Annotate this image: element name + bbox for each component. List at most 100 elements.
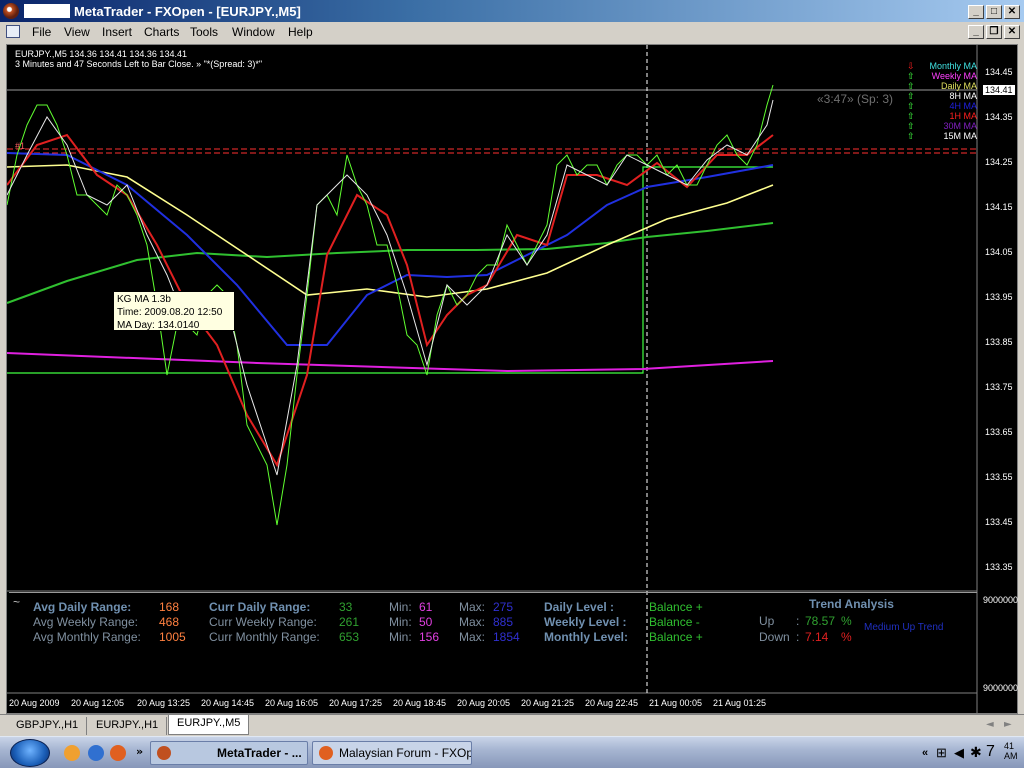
trend-down-percent: % xyxy=(841,630,852,644)
time-tick-label: 20 Aug 17:25 xyxy=(329,698,383,708)
firefox-icon[interactable] xyxy=(110,745,126,761)
curr-daily-value: 33 xyxy=(339,600,353,614)
taskbar-firefox-label: Malaysian Forum - FXOp... xyxy=(339,746,472,760)
tab-eurjpy-h1[interactable]: EURJPY.,H1 xyxy=(88,717,168,735)
time-tick-label: 21 Aug 00:05 xyxy=(649,698,703,708)
trend-arrow-icon: ⇩ xyxy=(907,61,915,71)
subwindow-max: 9000000 xyxy=(983,595,1019,605)
curr-weekly-value: 261 xyxy=(339,615,360,629)
subwindow-min: 9000000 xyxy=(983,683,1019,693)
trend-arrow-icon: ⇧ xyxy=(907,91,915,101)
time-tick-label: 20 Aug 21:25 xyxy=(521,698,575,708)
time-tick-label: 20 Aug 22:45 xyxy=(585,698,639,708)
taskbar: » MetaTrader - ... Malaysian Forum - FXO… xyxy=(0,736,1024,768)
ma-label: 8H MA xyxy=(949,91,977,101)
menu-insert[interactable]: Insert xyxy=(102,25,132,39)
menu-window[interactable]: Window xyxy=(232,25,275,39)
time-tick-label: 20 Aug 14:45 xyxy=(201,698,255,708)
menu-help[interactable]: Help xyxy=(288,25,313,39)
avg-daily-label: Avg Daily Range: xyxy=(33,600,132,614)
price-tick-label: 134.15 xyxy=(985,202,1013,212)
redacted-area xyxy=(24,4,70,18)
taskbar-metatrader-button[interactable]: MetaTrader - ... xyxy=(150,741,308,765)
price-tick-label: 134.25 xyxy=(985,157,1013,167)
menu-tools[interactable]: Tools xyxy=(190,25,218,39)
max-monthly-label: Max: xyxy=(459,630,486,644)
time-tick-label: 20 Aug 16:05 xyxy=(265,698,319,708)
menu-charts[interactable]: Charts xyxy=(144,25,179,39)
mdi-minimize-button[interactable]: _ xyxy=(968,25,984,39)
trend-arrow-icon: ⇧ xyxy=(907,101,915,111)
taskbar-metatrader-label: MetaTrader - ... xyxy=(217,746,302,760)
ma-trend-row: ⇧ Weekly MA xyxy=(897,71,977,81)
tab-eurjpy-m5[interactable]: EURJPY.,M5 xyxy=(168,715,250,735)
min-monthly-label: Min: xyxy=(389,630,412,644)
ma-label: 15M MA xyxy=(943,131,977,141)
ma-label: 1H MA xyxy=(949,111,977,121)
price-tick-label: 134.05 xyxy=(985,247,1013,257)
maximize-button[interactable]: □ xyxy=(986,5,1002,19)
daily-level-label: Daily Level : xyxy=(544,600,615,614)
system-tray: « ⊞ ◀ ✱ 7 41 AM xyxy=(920,739,1024,767)
monthly-level-label: Monthly Level: xyxy=(544,630,629,644)
minimize-button[interactable]: _ xyxy=(968,5,984,19)
clock-minute-ampm[interactable]: 41 AM xyxy=(1004,741,1018,761)
menu-view[interactable]: View xyxy=(64,25,90,39)
tab-gbpjpy-h1[interactable]: GBPJPY.,H1 xyxy=(8,717,88,735)
min-daily-label: Min: xyxy=(389,600,412,614)
ma-trend-row: ⇧ 30M MA xyxy=(897,121,977,131)
mdi-restore-button[interactable]: ❐ xyxy=(986,25,1002,39)
tab-scroll-left-icon[interactable]: ◄ xyxy=(986,719,994,730)
avg-monthly-value: 1005 xyxy=(159,630,186,644)
mdi-close-button[interactable]: ✕ xyxy=(1004,25,1020,39)
curr-daily-label: Curr Daily Range: xyxy=(209,600,311,614)
subwindow-marker: ~ xyxy=(13,595,21,609)
chart-window[interactable]: EURJPY.,M5 134.36 134.41 134.36 134.41 3… xyxy=(6,44,1018,714)
metatrader-task-icon xyxy=(157,746,171,760)
avg-monthly-label: Avg Monthly Range: xyxy=(33,630,141,644)
trend-up-value: 78.57 xyxy=(805,614,836,628)
menu-file[interactable]: File xyxy=(32,25,51,39)
tooltip-line-1: KG MA 1.3b xyxy=(117,294,171,305)
min-weekly-label: Min: xyxy=(389,615,412,629)
time-tick-label: 21 Aug 01:25 xyxy=(713,698,767,708)
volume-icon[interactable]: ◀ xyxy=(954,745,964,761)
avg-weekly-value: 468 xyxy=(159,615,180,629)
taskbar-firefox-button[interactable]: Malaysian Forum - FXOp... xyxy=(312,741,472,765)
ma-label: Monthly MA xyxy=(929,61,977,71)
price-tick-label: 133.45 xyxy=(985,517,1013,527)
ma-label: Weekly MA xyxy=(931,71,977,81)
start-button[interactable] xyxy=(10,739,50,767)
clock-ampm: AM xyxy=(1004,751,1018,761)
trend-down-value: 7.14 xyxy=(805,630,829,644)
network-icon[interactable]: ⊞ xyxy=(936,745,947,761)
quicklaunch-chevron-icon[interactable]: » xyxy=(136,745,143,758)
ma-trend-row: ⇩ Monthly MA xyxy=(897,61,977,71)
tooltip-line-3: MA Day: 134.0140 xyxy=(117,320,200,331)
max-daily-value: 275 xyxy=(493,600,514,614)
title-bar: MetaTrader - FXOpen - [EURJPY.,M5] _ □ ✕ xyxy=(0,0,1024,22)
time-tick-label: 20 Aug 2009 xyxy=(9,698,60,708)
ie-icon[interactable] xyxy=(88,745,104,761)
clock-hour[interactable]: 7 xyxy=(986,743,995,761)
firefox-task-icon xyxy=(319,746,333,760)
max-daily-label: Max: xyxy=(459,600,486,614)
order-marker: #1 xyxy=(15,141,26,151)
tab-scroll-right-icon[interactable]: ► xyxy=(1004,719,1012,730)
curr-weekly-label: Curr Weekly Range: xyxy=(209,615,317,629)
tray-star-icon[interactable]: ✱ xyxy=(970,744,982,761)
close-button[interactable]: ✕ xyxy=(1004,5,1020,19)
magenta-ma xyxy=(7,352,774,373)
time-tick-label: 20 Aug 13:25 xyxy=(137,698,191,708)
trend-analysis-title: Trend Analysis xyxy=(809,597,894,611)
price-tick-label: 133.85 xyxy=(985,337,1013,347)
ma-trend-row: ⇧ 8H MA xyxy=(897,91,977,101)
ma-label: 30M MA xyxy=(943,121,977,131)
indicator-subwindow[interactable]: ~ Avg Daily Range: 168 Avg Weekly Range:… xyxy=(9,592,977,694)
app-icon[interactable] xyxy=(3,3,19,19)
tray-expand-icon[interactable]: « xyxy=(922,747,928,759)
price-tick-label: 133.95 xyxy=(985,292,1013,302)
trend-arrow-icon: ⇧ xyxy=(907,111,915,121)
document-icon[interactable] xyxy=(6,25,20,38)
quicklaunch-icon-1[interactable] xyxy=(64,745,80,761)
